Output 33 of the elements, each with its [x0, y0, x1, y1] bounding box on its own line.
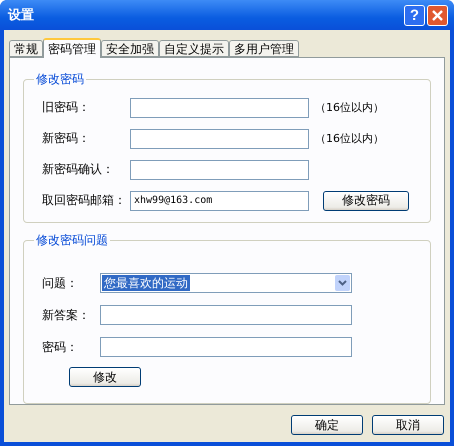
field-label: 新密码：: [42, 130, 91, 147]
close-button[interactable]: [427, 4, 448, 26]
input-field[interactable]: [130, 160, 309, 180]
tab[interactable]: 密码管理: [43, 38, 101, 58]
field-label: 旧密码：: [42, 99, 91, 116]
field-hint: （16位以内）: [315, 100, 384, 115]
tab[interactable]: 自定义提示: [159, 40, 229, 57]
field-label: 问题：: [42, 274, 79, 292]
change-password-button[interactable]: 修改密码: [323, 190, 409, 210]
input-field[interactable]: xhw99@163.com: [130, 190, 309, 210]
close-icon: [432, 10, 443, 20]
tab[interactable]: 多用户管理: [229, 40, 299, 57]
dialog-button[interactable]: 取消: [372, 415, 444, 435]
group-title: 修改密码: [35, 71, 85, 88]
field-hint: （16位以内）: [315, 131, 384, 146]
field-label: 取回密码邮箱：: [42, 192, 127, 209]
modify-button[interactable]: 修改: [69, 367, 141, 387]
field-label: 新密码确认：: [42, 161, 115, 178]
input-field[interactable]: [130, 128, 309, 148]
group-title: 修改密码问题: [35, 232, 109, 249]
input-field[interactable]: [100, 337, 352, 357]
dropdown-value: 您最喜欢的运动: [102, 275, 190, 291]
tab[interactable]: 安全加强: [101, 40, 159, 57]
chevron-down-icon: [335, 275, 350, 291]
question-dropdown[interactable]: 您最喜欢的运动: [100, 273, 352, 293]
input-field[interactable]: [130, 98, 309, 118]
help-button[interactable]: ?: [404, 4, 425, 26]
dialog-button[interactable]: 确定: [291, 415, 363, 435]
field-label: 新答案：: [42, 306, 91, 324]
window-title: 设置: [8, 7, 34, 24]
field-label: 密码：: [42, 338, 79, 356]
tab[interactable]: 常规: [9, 40, 43, 57]
input-field[interactable]: [100, 305, 352, 325]
